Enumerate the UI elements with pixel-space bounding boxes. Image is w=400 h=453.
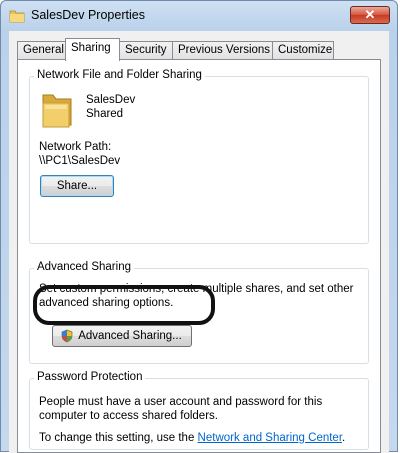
folder-name: SalesDev <box>86 94 136 106</box>
properties-window: SalesDev Properties ✕ General Sharing Se… <box>0 0 398 453</box>
network-path-value: \\PC1\SalesDev <box>39 155 121 167</box>
folder-icon <box>9 10 25 23</box>
tab-general[interactable]: General <box>17 41 66 59</box>
tab-security[interactable]: Security <box>119 41 173 59</box>
tab-sharing[interactable]: Sharing <box>65 38 120 61</box>
dialog-client-area: General Sharing Security Previous Versio… <box>9 31 389 453</box>
title-bar[interactable]: SalesDev Properties ✕ <box>1 1 397 31</box>
callout-highlight-ring <box>33 285 215 325</box>
password-change-suffix: . <box>342 432 346 444</box>
folder-status: Shared <box>86 108 124 120</box>
shield-icon <box>61 329 73 343</box>
password-desc-1: People must have a user account and pass… <box>39 396 323 408</box>
tab-customize[interactable]: Customize <box>272 41 334 59</box>
password-protection-group: Password Protection People must have a u… <box>29 371 369 450</box>
advanced-sharing-title: Advanced Sharing <box>34 261 134 273</box>
advanced-sharing-button-label: Advanced Sharing... <box>78 330 182 342</box>
password-protection-title: Password Protection <box>34 371 146 383</box>
share-button[interactable]: Share... <box>40 175 114 197</box>
network-path-label: Network Path: <box>39 141 112 153</box>
tab-previous-versions[interactable]: Previous Versions <box>172 41 273 59</box>
window-title: SalesDev Properties <box>31 8 145 22</box>
password-desc-2: computer to access shared folders. <box>39 410 218 422</box>
network-sharing-title: Network File and Folder Sharing <box>34 69 205 81</box>
password-change-prefix: To change this setting, use the <box>39 432 198 444</box>
close-button[interactable]: ✕ <box>350 6 390 24</box>
network-sharing-center-link[interactable]: Network and Sharing Center <box>198 432 342 444</box>
network-sharing-group: Network File and Folder Sharing SalesDev… <box>29 69 369 244</box>
shared-folder-icon <box>42 94 72 128</box>
sharing-tab-panel: Network File and Folder Sharing SalesDev… <box>17 59 381 453</box>
password-change-text: To change this setting, use the Network … <box>39 431 345 445</box>
advanced-sharing-button[interactable]: Advanced Sharing... <box>52 325 192 347</box>
